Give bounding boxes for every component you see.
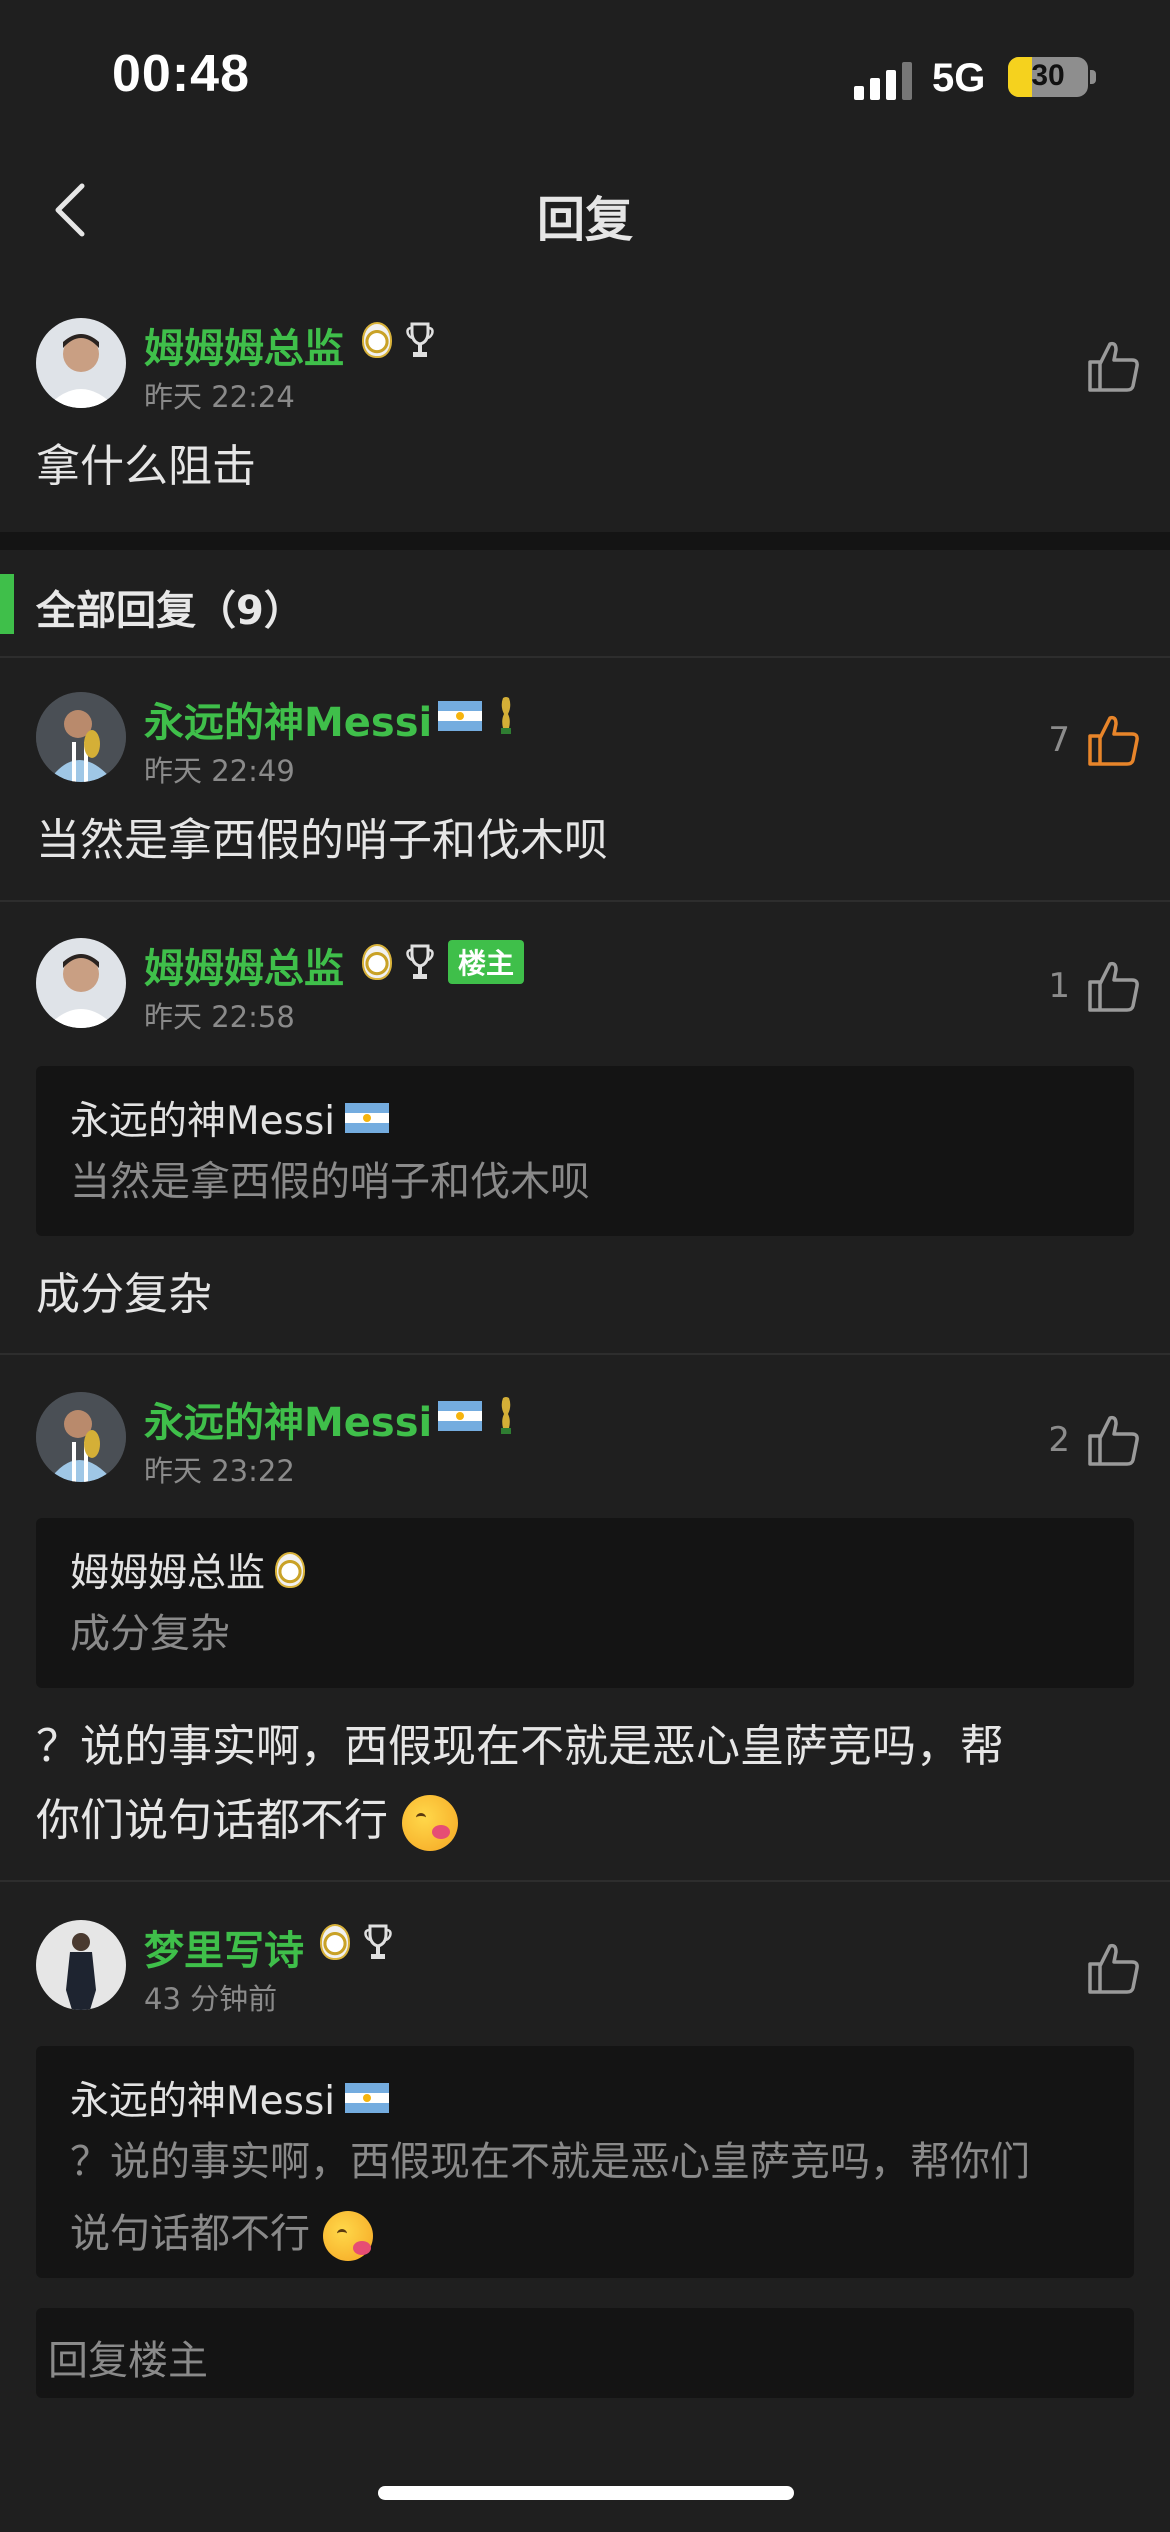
- comment-time: 昨天 23:22: [144, 1454, 295, 1488]
- divider: [0, 1353, 1170, 1355]
- like-count: 1: [1048, 966, 1070, 1006]
- argentina-flag-icon: [438, 701, 482, 731]
- reply-input[interactable]: 回复楼主: [36, 2308, 1134, 2398]
- battery-icon: 30: [1008, 57, 1088, 97]
- avatar[interactable]: [36, 318, 126, 408]
- divider: [0, 656, 1170, 658]
- divider: [0, 1880, 1170, 1882]
- world-cup-trophy-icon: [501, 1397, 511, 1434]
- user-badges: [438, 1396, 516, 1436]
- comment-text: ？说的事实啊，西假现在不就是恶心皇萨竞吗，帮 你们说句话都不行: [36, 1710, 1116, 1858]
- like-count: 2: [1048, 1420, 1070, 1460]
- reply-input-placeholder: 回复楼主: [48, 2338, 208, 2384]
- nav-bar: 回复: [0, 150, 1170, 270]
- avatar[interactable]: [36, 692, 126, 782]
- user-badges: [320, 1922, 392, 1962]
- comment-time: 43 分钟前: [144, 1982, 278, 2016]
- user-badges: [438, 696, 516, 736]
- world-cup-trophy-icon: [501, 697, 511, 734]
- champions-league-trophy-icon: [364, 1922, 392, 1962]
- comment-text: 成分复杂: [36, 1269, 212, 1320]
- quoted-text: 当然是拿西假的哨子和伐木呗: [70, 1159, 590, 1205]
- user-badges: 楼主: [362, 940, 525, 984]
- home-indicator: [378, 2486, 794, 2500]
- section-divider: [0, 532, 1170, 550]
- quoted-text: 成分复杂: [70, 1611, 230, 1657]
- cellular-signal-icon: [854, 62, 914, 100]
- quoted-username-row: 永远的神Messi: [70, 2070, 390, 2126]
- battery-cap: [1090, 70, 1096, 84]
- like-button[interactable]: [1086, 338, 1142, 394]
- comment-time: 昨天 22:24: [144, 380, 295, 414]
- thumbs-up-icon: [1088, 1943, 1139, 1994]
- quoted-text: ？说的事实啊，西假现在不就是恶心皇萨竞吗，帮你们 说句话都不行: [70, 2126, 1100, 2270]
- champions-league-trophy-icon: [406, 320, 434, 360]
- quoted-text-line: ？说的事实啊，西假现在不就是恶心皇萨竞吗，帮你们: [70, 2139, 1030, 2185]
- username[interactable]: 永远的神Messi: [144, 1390, 432, 1448]
- quoted-text-line-content: 说句话都不行: [70, 2211, 310, 2257]
- avatar[interactable]: [36, 938, 126, 1028]
- quoted-username-row: 姆姆姆总监: [70, 1542, 306, 1598]
- comment-time: 昨天 22:58: [144, 1000, 295, 1034]
- quoted-username: 永远的神Messi: [70, 1099, 336, 1144]
- battery-percent: 30: [1031, 59, 1065, 92]
- replies-section-header: 全部回复（9）: [0, 550, 1170, 658]
- thumbs-up-icon: [1088, 715, 1139, 766]
- comment-text-line-content: 你们说句话都不行: [36, 1795, 388, 1846]
- thumbs-up-icon: [1088, 961, 1139, 1012]
- argentina-flag-icon: [345, 1103, 390, 1133]
- argentina-flag-icon: [345, 2083, 390, 2113]
- quoted-text-line-2: 说句话都不行: [70, 2198, 1100, 2270]
- avatar[interactable]: [36, 1392, 126, 1482]
- page-title: 回复: [536, 192, 633, 248]
- like-button[interactable]: [1086, 712, 1142, 768]
- network-type: 5G: [932, 56, 986, 100]
- quoted-reply[interactable]: 永远的神Messi 当然是拿西假的哨子和伐木呗: [36, 1066, 1134, 1236]
- hot-face-emoji-icon: [322, 2211, 373, 2261]
- section-title: 全部回复（9）: [36, 588, 304, 634]
- real-madrid-crest-icon: [320, 1924, 350, 1960]
- hot-face-emoji-icon: [402, 1795, 458, 1851]
- avatar[interactable]: [36, 1920, 126, 2010]
- like-count: 7: [1048, 720, 1070, 760]
- thumbs-up-icon: [1088, 1415, 1139, 1466]
- champions-league-trophy-icon: [406, 942, 434, 982]
- divider: [0, 900, 1170, 902]
- quoted-reply[interactable]: 永远的神Messi ？说的事实啊，西假现在不就是恶心皇萨竞吗，帮你们 说句话都不…: [36, 2046, 1134, 2278]
- quoted-username-row: 永远的神Messi: [70, 1090, 390, 1146]
- user-badges: [362, 320, 434, 360]
- comment-time: 昨天 22:49: [144, 754, 295, 788]
- username[interactable]: 姆姆姆总监: [144, 316, 344, 374]
- status-bar: 00:48 5G 30: [0, 0, 1170, 150]
- comment-text-line: ？说的事实啊，西假现在不就是恶心皇萨竞吗，帮: [36, 1721, 1004, 1772]
- owner-tag: 楼主: [448, 940, 525, 984]
- thumbs-up-icon: [1088, 341, 1139, 392]
- comment-text-line-2: 你们说句话都不行: [36, 1784, 1116, 1858]
- like-button[interactable]: [1086, 958, 1142, 1014]
- status-time: 00:48: [112, 45, 250, 103]
- real-madrid-crest-icon: [362, 944, 392, 980]
- quoted-username: 永远的神Messi: [70, 2079, 336, 2124]
- comment-text: 拿什么阻击: [36, 441, 256, 492]
- real-madrid-crest-icon: [275, 1552, 306, 1588]
- argentina-flag-icon: [438, 1401, 482, 1431]
- quoted-reply[interactable]: 姆姆姆总监 成分复杂: [36, 1518, 1134, 1688]
- comment-text: 当然是拿西假的哨子和伐木呗: [36, 815, 608, 866]
- quoted-username: 姆姆姆总监: [70, 1551, 266, 1596]
- username[interactable]: 梦里写诗: [144, 1918, 304, 1976]
- username[interactable]: 姆姆姆总监: [144, 936, 344, 994]
- username[interactable]: 永远的神Messi: [144, 690, 432, 748]
- real-madrid-crest-icon: [362, 322, 392, 358]
- like-button[interactable]: [1086, 1940, 1142, 1996]
- like-button[interactable]: [1086, 1412, 1142, 1468]
- section-accent-bar: [0, 574, 14, 634]
